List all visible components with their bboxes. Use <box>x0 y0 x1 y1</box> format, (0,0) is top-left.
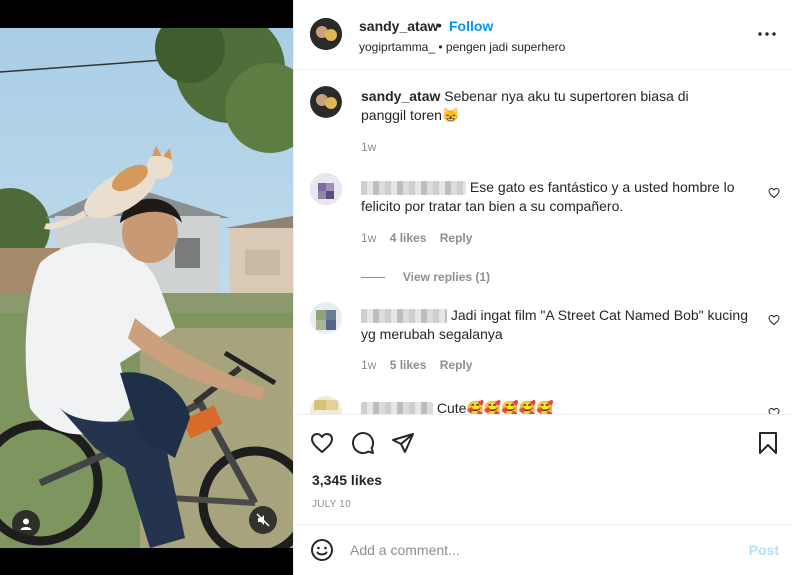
comment-avatar[interactable] <box>310 302 342 334</box>
comment-username-redacted[interactable] <box>361 309 447 324</box>
view-replies-button[interactable]: View replies (1) <box>361 268 490 284</box>
comment-text: Cute🥰🥰🥰🥰🥰 <box>436 400 554 414</box>
pixelated-avatar <box>310 173 342 205</box>
comment-like-heart-icon[interactable] <box>768 314 780 326</box>
post-header: sandy_ataw • Follow yogiprtamma_ • penge… <box>294 0 792 70</box>
user-tag-icon <box>20 518 32 530</box>
header-separator: • <box>437 17 442 33</box>
pixelated-avatar <box>310 302 342 334</box>
audio-info[interactable]: yogiprtamma_ • pengen jadi superhero <box>359 40 565 54</box>
view-replies-label: View replies (1) <box>402 270 491 284</box>
audio-user: yogiprtamma_ <box>359 40 436 54</box>
comment-1-meta: 1w 4 likes Reply <box>361 231 472 245</box>
caption-username[interactable]: sandy_ataw <box>361 88 440 104</box>
comment-username-redacted[interactable] <box>361 402 433 414</box>
avatar-image <box>310 18 342 50</box>
user-tag-button[interactable] <box>12 510 40 538</box>
author-username[interactable]: sandy_ataw <box>359 18 438 34</box>
more-options-button[interactable] <box>757 26 777 42</box>
comment-time[interactable]: 1w <box>361 358 376 372</box>
comment-icon[interactable] <box>351 431 375 455</box>
likes-count[interactable]: 3,345 likes <box>312 472 382 488</box>
video-scene-illustration <box>0 28 293 548</box>
more-horizontal-icon <box>758 32 776 36</box>
reply-button[interactable]: Reply <box>440 358 473 372</box>
caption-time[interactable]: 1w <box>361 140 376 154</box>
comment-username-redacted[interactable] <box>361 181 466 196</box>
comment-3: Cute🥰🥰🥰🥰🥰 <box>361 399 751 414</box>
comment-2-meta: 1w 5 likes Reply <box>361 358 472 372</box>
audio-title: pengen jadi superhero <box>445 40 566 54</box>
comment-like-heart-icon[interactable] <box>768 187 780 199</box>
mute-button[interactable] <box>249 506 277 534</box>
audio-separator: • <box>438 40 443 54</box>
comment-likes[interactable]: 4 likes <box>390 231 427 245</box>
reply-button[interactable]: Reply <box>440 231 473 245</box>
comment-avatar[interactable] <box>310 173 342 205</box>
comment-like-heart-icon[interactable] <box>768 407 780 414</box>
comments-list[interactable]: sandy_ataw Sebenar nya aku tu supertoren… <box>294 71 792 414</box>
video-frame[interactable] <box>0 28 293 548</box>
heart-icon[interactable] <box>310 431 334 455</box>
bookmark-icon[interactable] <box>757 431 779 455</box>
add-comment-bar: Post <box>294 524 792 575</box>
muted-speaker-icon <box>256 513 270 527</box>
comment-input[interactable] <box>350 539 730 561</box>
replies-line <box>361 276 385 278</box>
post-media[interactable] <box>0 0 293 575</box>
share-icon[interactable] <box>391 431 415 455</box>
action-bar: 3,345 likes JULY 10 <box>294 414 792 524</box>
author-avatar[interactable] <box>310 18 342 50</box>
emoji-icon[interactable] <box>310 538 334 562</box>
comment-time[interactable]: 1w <box>361 231 376 245</box>
post-info-panel: sandy_ataw • Follow yogiprtamma_ • penge… <box>293 0 792 575</box>
caption-avatar[interactable] <box>310 86 342 118</box>
comment-avatar[interactable] <box>310 396 342 414</box>
comment-1: Ese gato es fantástico y a usted hombre … <box>361 178 751 216</box>
post-button[interactable]: Post <box>749 542 779 558</box>
caption: sandy_ataw Sebenar nya aku tu supertoren… <box>361 87 691 125</box>
post-date[interactable]: JULY 10 <box>312 499 351 510</box>
comment-2: Jadi ingat film "A Street Cat Named Bob"… <box>361 306 751 344</box>
pixelated-avatar <box>310 396 342 414</box>
avatar-image <box>310 86 342 118</box>
follow-button[interactable]: Follow <box>449 18 493 34</box>
comment-likes[interactable]: 5 likes <box>390 358 427 372</box>
